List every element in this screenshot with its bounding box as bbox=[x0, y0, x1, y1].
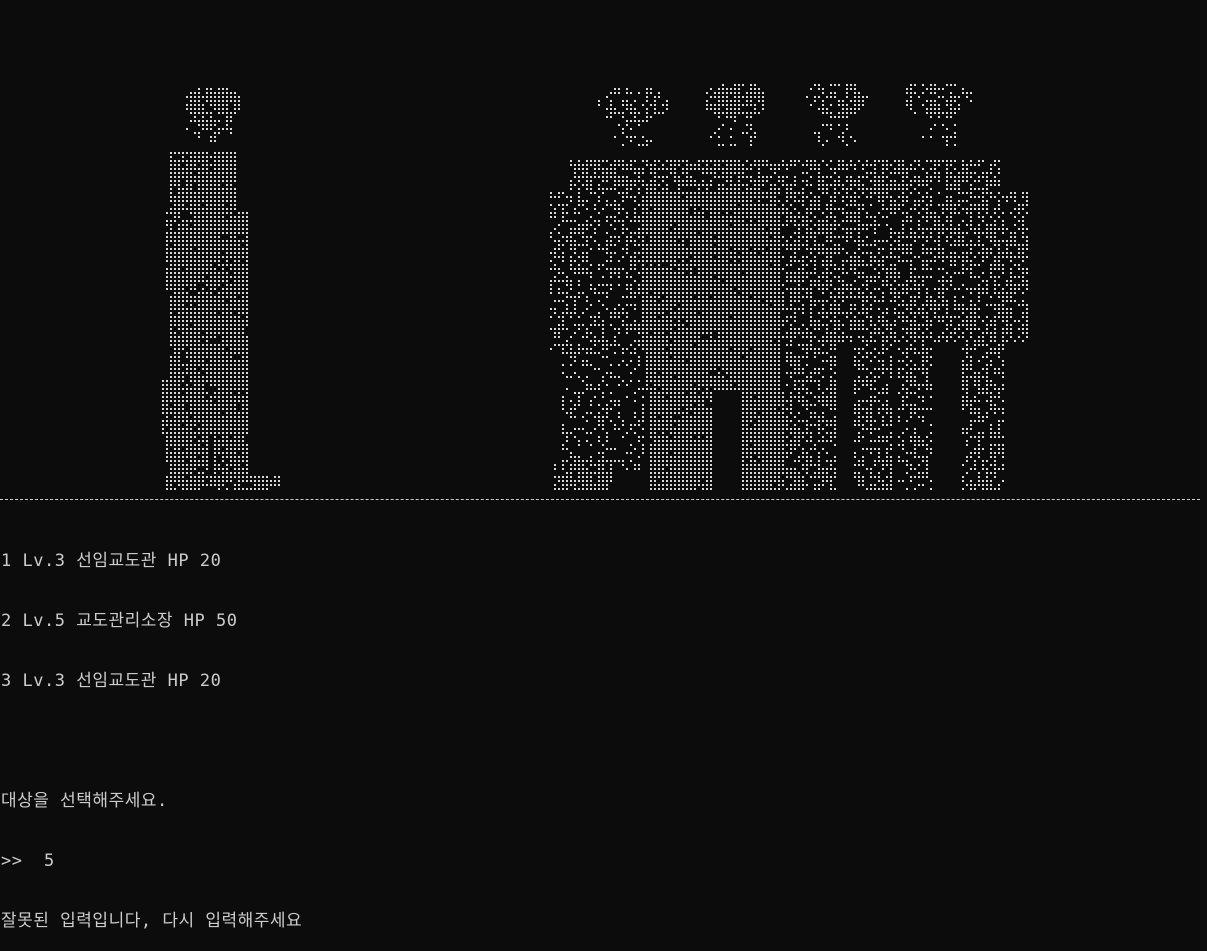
target-option-3: 3 Lv.3 선임교도관 HP 20 bbox=[1, 671, 222, 691]
target-option-2: 2 Lv.5 교도관리소장 HP 50 bbox=[1, 611, 238, 631]
input-line[interactable]: >> 5 bbox=[1, 851, 1201, 871]
prompt-instruction: 대상을 선택해주세요. bbox=[1, 791, 168, 811]
input-value[interactable]: 5 bbox=[44, 851, 55, 871]
player-ascii-figure bbox=[162, 88, 280, 490]
divider-line bbox=[0, 499, 1200, 500]
console-output: 1 Lv.3 선임교도관 HP 20 2 Lv.5 교도관리소장 HP 50 3… bbox=[1, 511, 1201, 951]
ascii-battle-scene bbox=[162, 84, 1028, 490]
error-message: 잘못된 입력입니다, 다시 입력해주세요 bbox=[1, 911, 303, 931]
guard-group-ascii-figures bbox=[550, 84, 1028, 490]
target-option-1: 1 Lv.3 선임교도관 HP 20 bbox=[1, 551, 222, 571]
input-prompt-symbol: >> bbox=[1, 851, 23, 871]
